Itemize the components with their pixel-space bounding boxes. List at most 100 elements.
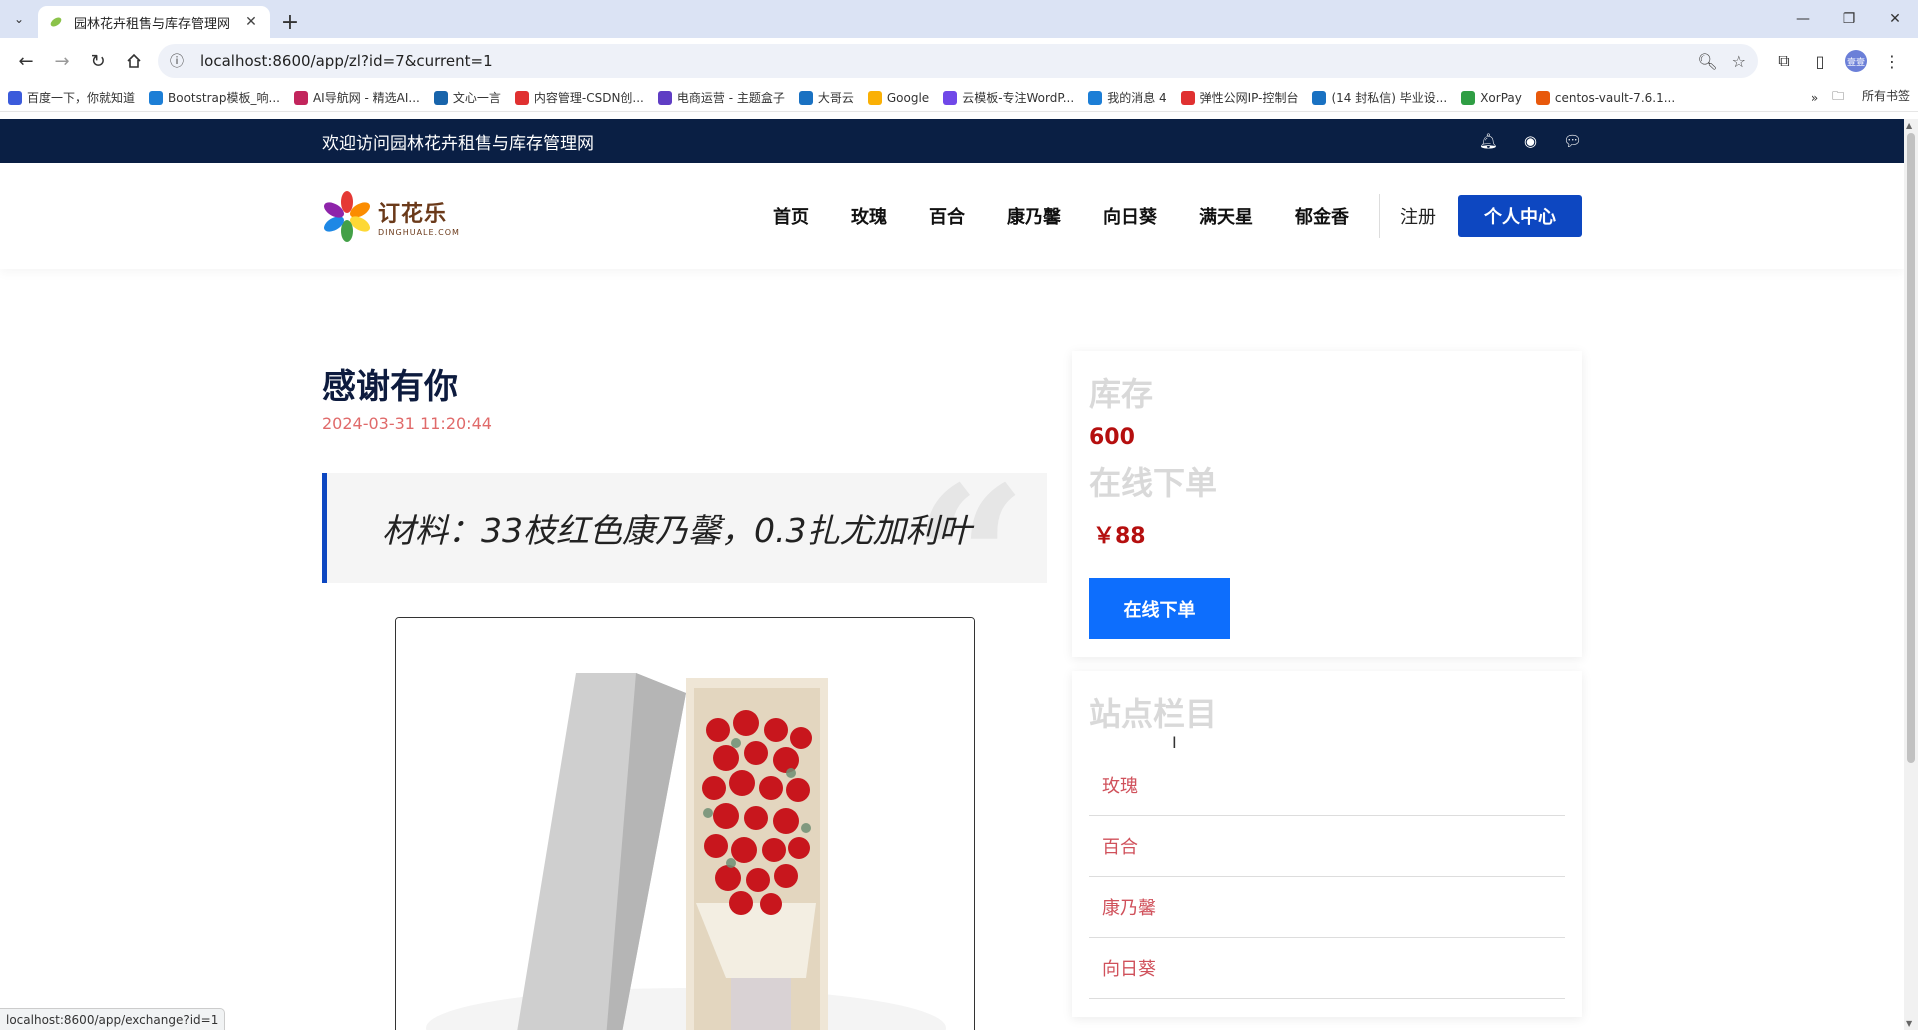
nav-sunflower[interactable]: 向日葵 <box>1103 203 1157 229</box>
site-info-icon[interactable]: ⓘ <box>170 51 190 71</box>
bookmark-item[interactable]: centos-vault-7.6.1... <box>1535 90 1676 105</box>
zoom-icon[interactable]: 🔍︎ <box>1697 52 1717 71</box>
bookmark-item[interactable]: 云模板-专注WordP... <box>943 89 1074 106</box>
bookmark-label: 电商运营 - 主题盒子 <box>676 91 785 105</box>
bookmark-label: 我的消息 4 <box>1107 91 1167 105</box>
wechat-icon[interactable]: 💬︎ <box>1563 132 1582 150</box>
main-nav: 首页 玫瑰 百合 康乃馨 向日葵 满天星 郁金香 <box>773 203 1349 229</box>
register-link[interactable]: 注册 <box>1400 203 1436 229</box>
page-scrollbar[interactable]: ▲ ▼ <box>1904 119 1918 1030</box>
top-bar: 欢迎访问园林花卉租售与库存管理网 🔔︎ ◉ 💬︎ <box>0 119 1904 163</box>
close-window-icon[interactable]: ✕ <box>1872 0 1918 38</box>
bookmark-label: 大哥云 <box>817 91 854 105</box>
bookmark-favicon-icon <box>1180 90 1195 105</box>
bookmark-favicon-icon <box>798 90 813 105</box>
browser-tab[interactable]: 园林花卉租售与库存管理网 ✕ <box>38 6 270 38</box>
bookmark-label: (14 封私信) 毕业设... <box>1331 91 1448 105</box>
bookmarks-folder-label: 所有书签 <box>1861 89 1910 103</box>
post-date: 2024-03-31 11:20:44 <box>322 414 492 433</box>
bookmark-favicon-icon <box>657 90 672 105</box>
bookmark-label: 百度一下，你就知道 <box>27 91 136 105</box>
post-title: 感谢有你 <box>322 367 458 407</box>
bookmark-label: centos-vault-7.6.1... <box>1554 90 1676 105</box>
nav-lily[interactable]: 百合 <box>929 203 965 229</box>
post-column: 感谢有你 2024-03-31 11:20:44 “ 材料：33枝红色康乃馨，0… <box>322 359 1047 1030</box>
bookmark-item[interactable]: 大哥云 <box>798 89 854 106</box>
nav-divider <box>1379 194 1380 238</box>
nav-gypsophila[interactable]: 满天星 <box>1199 203 1253 229</box>
carnation-box-illustration <box>396 618 974 1030</box>
bookmark-label: 内容管理-CSDN创... <box>533 91 644 105</box>
new-tab-button[interactable]: + <box>274 6 306 38</box>
logo-domain: DINGHUALE.COM <box>378 227 460 237</box>
category-item-lily[interactable]: 百合 <box>1089 816 1565 877</box>
restore-icon[interactable]: ❐ <box>1826 0 1872 38</box>
bookmark-item[interactable]: 百度一下，你就知道 <box>8 89 135 106</box>
categories-card: 站点栏目 玫瑰 百合 康乃馨 向日葵 <box>1072 671 1582 1017</box>
order-button[interactable]: 在线下单 <box>1089 578 1230 639</box>
bookmark-item[interactable]: 我的消息 4 <box>1088 89 1167 106</box>
bookmark-item[interactable]: 内容管理-CSDN创... <box>514 89 644 106</box>
bookmark-item[interactable]: XorPay <box>1461 90 1522 105</box>
scroll-down-icon[interactable]: ▼ <box>1906 1019 1912 1028</box>
bookmark-label: Bootstrap模板_响... <box>168 91 280 105</box>
more-bookmarks-icon[interactable]: » <box>1811 91 1818 105</box>
bookmarks-folder[interactable]: 🗀 所有书签 <box>1832 87 1910 108</box>
bookmark-item[interactable]: 电商运营 - 主题盒子 <box>657 89 785 106</box>
url-text: localhost:8600/app/zl?id=7&current=1 <box>200 52 493 70</box>
category-item-sunflower[interactable]: 向日葵 <box>1089 938 1565 999</box>
bookmark-label: XorPay <box>1480 90 1522 105</box>
category-item-rose[interactable]: 玫瑰 <box>1089 755 1565 816</box>
profile-button[interactable]: 壹壹 <box>1838 43 1874 79</box>
order-label: 在线下单 <box>1089 464 1218 502</box>
nav-tulip[interactable]: 郁金香 <box>1295 203 1349 229</box>
category-item-carnation[interactable]: 康乃馨 <box>1089 877 1565 938</box>
nav-carnation[interactable]: 康乃馨 <box>1007 203 1061 229</box>
tab-bar: ⌄ 园林花卉租售与库存管理网 ✕ + — ❐ ✕ <box>0 0 1918 38</box>
category-list: 玫瑰 百合 康乃馨 向日葵 <box>1089 755 1565 999</box>
pinwheel-logo-icon <box>322 190 372 242</box>
bookmark-favicon-icon <box>1312 90 1327 105</box>
side-panel-icon[interactable]: ▯ <box>1802 43 1838 79</box>
home-icon[interactable] <box>116 43 152 79</box>
back-icon[interactable]: ← <box>8 43 44 79</box>
minimize-icon[interactable]: — <box>1780 0 1826 38</box>
extensions-icon[interactable]: ⧉ <box>1766 43 1802 79</box>
bookmark-item[interactable]: (14 封私信) 毕业设... <box>1312 89 1447 106</box>
bookmark-item[interactable]: Google <box>867 90 929 105</box>
tab-search-icon[interactable]: ⌄ <box>0 0 38 38</box>
bookmark-item[interactable]: AI导航网 - 精选AI... <box>293 89 420 106</box>
weibo-icon[interactable]: ◉ <box>1524 132 1537 150</box>
leaf-icon <box>48 14 64 30</box>
bookmark-star-icon[interactable]: ☆ <box>1732 52 1746 71</box>
bookmark-favicon-icon <box>8 90 22 105</box>
close-tab-icon[interactable]: ✕ <box>242 14 260 30</box>
bookmark-favicon-icon <box>1535 90 1550 105</box>
logo-name: 订花乐 <box>378 201 448 227</box>
tab-title: 园林花卉租售与库存管理网 <box>74 16 231 32</box>
menu-icon[interactable]: ⋮ <box>1874 43 1910 79</box>
bookmark-label: AI导航网 - 精选AI... <box>312 91 420 105</box>
bookmark-favicon-icon <box>1088 90 1103 105</box>
bookmark-item[interactable]: 弹性公网IP-控制台 <box>1180 89 1299 106</box>
scroll-up-icon[interactable]: ▲ <box>1906 121 1912 130</box>
nav-home[interactable]: 首页 <box>773 203 809 229</box>
user-center-button[interactable]: 个人中心 <box>1458 195 1582 237</box>
bookmark-label: 弹性公网IP-控制台 <box>1199 91 1299 105</box>
bookmark-item[interactable]: Bootstrap模板_响... <box>149 89 280 106</box>
text-cursor-icon: I <box>1172 733 1177 752</box>
bell-icon[interactable]: 🔔︎ <box>1479 132 1498 150</box>
forward-icon[interactable]: → <box>44 43 80 79</box>
bookmark-label: 文心一言 <box>452 91 501 105</box>
bookmark-favicon-icon <box>433 90 448 105</box>
bookmark-label: 云模板-专注WordP... <box>962 91 1075 105</box>
order-card: 库存 600 在线下单 ￥88 在线下单 <box>1072 351 1582 657</box>
bookmark-item[interactable]: 文心一言 <box>433 89 501 106</box>
nav-rose[interactable]: 玫瑰 <box>851 203 887 229</box>
reload-icon[interactable]: ↻ <box>80 43 116 79</box>
avatar: 壹壹 <box>1845 50 1867 72</box>
scrollbar-thumb[interactable] <box>1907 133 1915 763</box>
site-logo[interactable]: 订花乐 DINGHUALE.COM <box>322 190 460 242</box>
site-header: 订花乐 DINGHUALE.COM 首页 玫瑰 百合 康乃馨 向日葵 满天星 郁… <box>0 163 1904 269</box>
address-bar[interactable]: ⓘ localhost:8600/app/zl?id=7&current=1 🔍… <box>158 44 1758 78</box>
